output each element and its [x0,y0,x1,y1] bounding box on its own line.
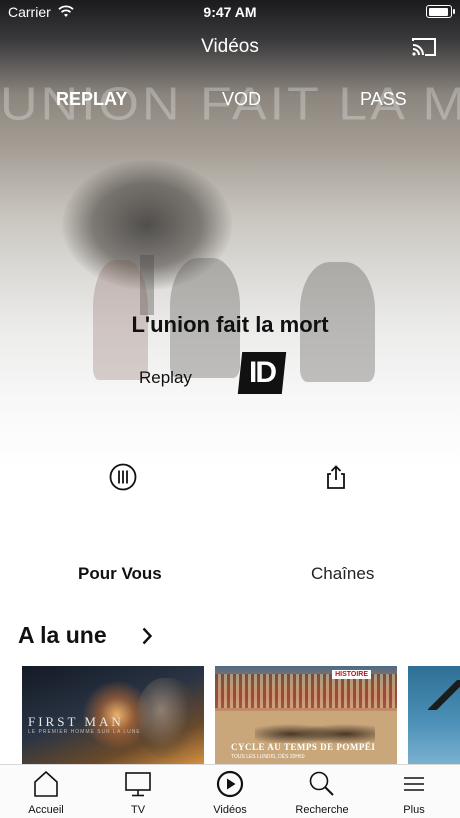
tab-replay[interactable]: REPLAY [56,89,127,110]
battery-icon [426,5,455,18]
category-label: Replay [139,368,192,387]
tab-bar-label: TV [130,804,146,816]
tab-bar-item-tv[interactable]: TV [92,765,184,818]
library-icon[interactable] [109,463,137,491]
status-bar: Carrier 9:47 AM [0,0,460,24]
carousel-card-first-man[interactable]: FIRST MAN LE PREMIER HOMME SUR LA LUNE [22,666,204,764]
play-circle-icon [216,770,244,798]
hero-tabs: REPLAY VOD PASS [0,89,460,113]
menu-icon [404,777,424,791]
tab-bar-label: Plus [403,804,425,816]
card-artwork-face [137,678,197,758]
share-icon[interactable] [324,464,348,490]
channel-logo[interactable]: ID [237,352,287,394]
section-tabs: Pour Vous Chaînes [0,560,460,590]
carousel-card-pompei[interactable]: HISTOIRE CYCLE AU TEMPS DE POMPÉI TOUS L… [215,666,397,764]
tab-bar-label: Vidéos [213,804,247,816]
tab-chaines[interactable]: Chaînes [311,564,374,584]
page-title: Vidéos [201,36,259,57]
carousel-card-partial[interactable] [408,666,460,764]
card-title: CYCLE AU TEMPS DE POMPÉI [231,742,376,752]
card-subtitle: LE PREMIER HOMME SUR LA LUNE [28,729,141,735]
tab-pass[interactable]: PASS [360,89,407,110]
search-icon [309,771,334,796]
tv-icon [125,772,151,797]
card-title: FIRST MAN [28,714,124,729]
tab-bar-item-recherche[interactable]: Recherche [276,765,368,818]
cast-icon[interactable] [410,36,438,58]
card-artwork-crowd [215,674,397,708]
channel-badge: HISTOIRE [332,670,371,679]
card-artwork-mast [428,680,460,710]
hero-banner[interactable]: UNION FAIT LA MORT [0,0,460,540]
tab-bar-item-plus[interactable]: Plus [368,765,460,818]
tab-bar-item-accueil[interactable]: Accueil [0,765,92,818]
show-title[interactable]: L'union fait la mort [0,312,460,338]
tab-pour-vous[interactable]: Pour Vous [78,564,162,584]
tab-vod[interactable]: VOD [222,89,261,110]
bottom-tab-bar: Accueil TV Vidéos Recherche Plus [0,764,460,818]
section-header[interactable]: A la une [18,622,107,649]
channel-logo-text: ID [249,356,275,389]
tab-bar-item-videos[interactable]: Vidéos [184,765,276,818]
tab-bar-label: Accueil [28,804,64,816]
clock: 9:47 AM [203,4,257,20]
tab-bar-label: Recherche [295,804,349,816]
home-icon [34,771,58,797]
card-subtitle: TOUS LES LUNDIS, DÈS 20H50 [231,754,305,760]
featured-carousel[interactable]: FIRST MAN LE PREMIER HOMME SUR LA LUNE H… [22,666,460,764]
chevron-right-icon[interactable] [141,626,153,646]
